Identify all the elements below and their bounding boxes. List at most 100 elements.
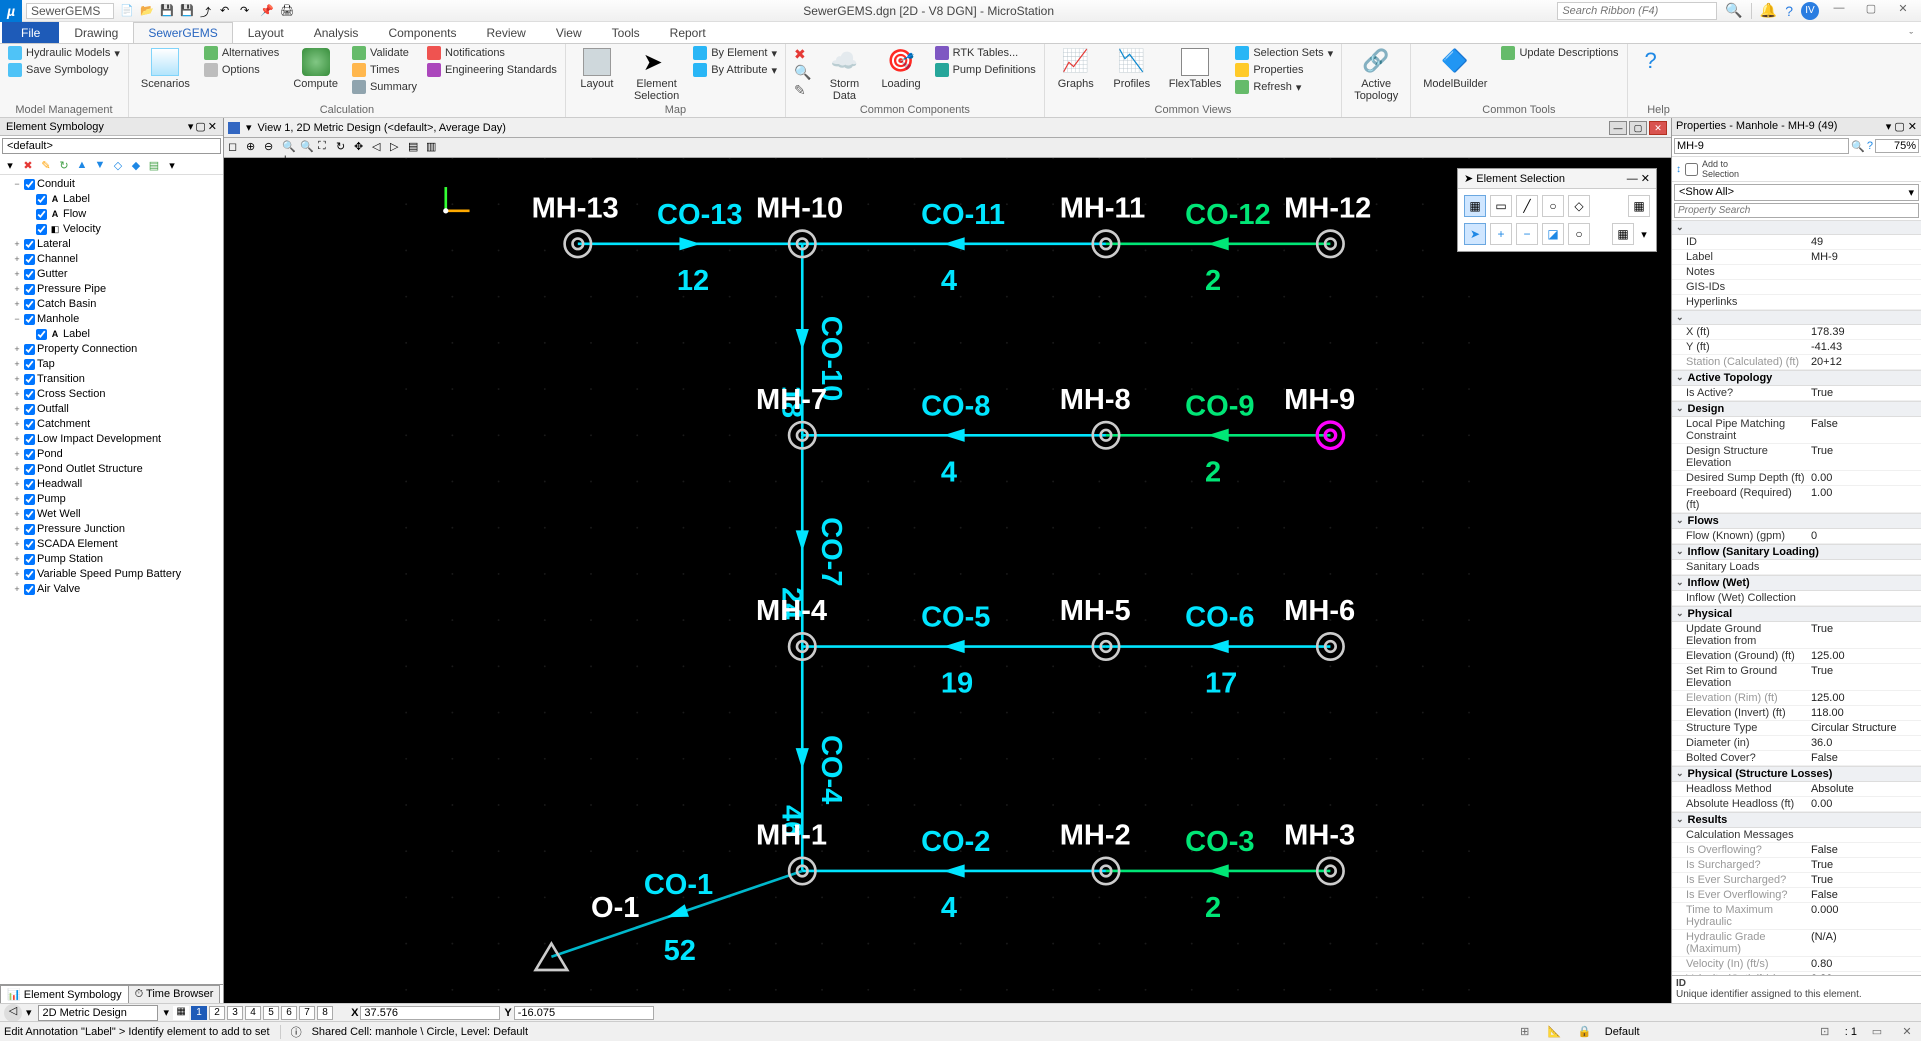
tree-node[interactable]: −Manhole — [0, 312, 223, 327]
refresh-button[interactable]: Refresh ▾ — [1235, 80, 1333, 94]
panel-menu-icon[interactable]: ▾ — [188, 120, 194, 133]
sb-tool2-icon[interactable]: 📐 — [1545, 1024, 1565, 1040]
view-num-8[interactable]: 8 — [317, 1006, 333, 1020]
tree-node[interactable]: +Channel — [0, 252, 223, 267]
pump-definitions-button[interactable]: Pump Definitions — [935, 63, 1036, 77]
saveas-icon[interactable]: 💾 — [180, 4, 194, 18]
property-row[interactable]: Structure TypeCircular Structure — [1672, 721, 1921, 736]
sb-lock-icon[interactable]: 🔒 — [1575, 1024, 1595, 1040]
tree-node[interactable]: AFlow — [0, 207, 223, 222]
vt-zoom-in-icon[interactable]: 🔍+ — [282, 140, 298, 156]
panel-pin-icon[interactable]: ▢ — [195, 120, 205, 133]
vt-icon-2[interactable]: ⊕ — [246, 140, 262, 156]
tree-node[interactable]: +Low Impact Development — [0, 432, 223, 447]
symb-filter-icon[interactable]: ▤ — [146, 157, 162, 173]
property-section[interactable]: ⌄Inflow (Sanitary Loading) — [1672, 544, 1921, 560]
zoom-level[interactable]: 75% — [1875, 139, 1919, 153]
close-button[interactable]: ✕ — [1891, 2, 1915, 20]
tree-node[interactable]: +Cross Section — [0, 387, 223, 402]
sel-new-icon[interactable]: ➤ — [1464, 223, 1486, 245]
vt-fit-icon[interactable]: ⛶ — [318, 140, 334, 156]
sb-tool1-icon[interactable]: ⊞ — [1515, 1024, 1535, 1040]
profiles-button[interactable]: 📉Profiles — [1109, 46, 1155, 92]
selected-element-input[interactable] — [1674, 138, 1849, 154]
vt-pan-icon[interactable]: ✥ — [354, 140, 370, 156]
undo-icon[interactable]: ↶ — [220, 4, 234, 18]
sb-end2-icon[interactable]: ✕ — [1897, 1024, 1917, 1040]
vt-icon-3[interactable]: ⊖ — [264, 140, 280, 156]
snap-icon[interactable]: ⓘ — [291, 1024, 302, 1040]
modelbuilder-button[interactable]: 🔷ModelBuilder — [1419, 46, 1491, 92]
save-icon[interactable]: 💾 — [160, 4, 174, 18]
property-row[interactable]: Calculation Messages — [1672, 828, 1921, 843]
property-row[interactable]: Elevation (Rim) (ft)125.00 — [1672, 691, 1921, 706]
property-row[interactable]: Is Active?True — [1672, 386, 1921, 401]
notification-icon[interactable]: 🔔 — [1760, 2, 1777, 19]
view-dropdown-icon[interactable]: ▾ — [246, 121, 252, 134]
property-filter-combo[interactable]: <Show All>▾ — [1674, 184, 1919, 201]
properties-button[interactable]: Properties — [1235, 63, 1333, 77]
scenarios-button[interactable]: Scenarios — [137, 46, 194, 92]
property-row[interactable]: Is Overflowing?False — [1672, 843, 1921, 858]
help-icon[interactable]: ? — [1785, 3, 1793, 19]
sel-option-icon[interactable]: ▦ — [1612, 223, 1634, 245]
design-combo[interactable]: 2D Metric Design — [38, 1005, 158, 1021]
redo-icon[interactable]: ↷ — [240, 4, 254, 18]
tree-node[interactable]: +Pressure Pipe — [0, 282, 223, 297]
symb-refresh-icon[interactable]: ↻ — [56, 157, 72, 173]
tree-node[interactable]: ALabel — [0, 327, 223, 342]
property-row[interactable]: Flow (Known) (gpm)0 — [1672, 529, 1921, 544]
view-minimize-button[interactable]: — — [1609, 121, 1627, 135]
sel-add-icon[interactable]: + — [1490, 223, 1512, 245]
tree-node[interactable]: +Pressure Junction — [0, 522, 223, 537]
tab-layout[interactable]: Layout — [233, 22, 299, 43]
export-icon[interactable]: ⤴ — [200, 4, 214, 18]
alternatives-button[interactable]: Alternatives — [204, 46, 279, 60]
property-section[interactable]: ⌄ — [1672, 220, 1921, 235]
tree-node[interactable]: +Wet Well — [0, 507, 223, 522]
tab-tools[interactable]: Tools — [597, 22, 655, 43]
tab-analysis[interactable]: Analysis — [299, 22, 374, 43]
vt-next-icon[interactable]: ▷ — [390, 140, 406, 156]
drawing-canvas[interactable]: CO-1312CO-114CO-122CO-1018CO-84CO-92CO-7… — [224, 158, 1671, 1003]
toolbox-min-icon[interactable]: — — [1627, 173, 1638, 185]
symb-up-icon[interactable]: ▲ — [74, 157, 90, 173]
selection-sets-button[interactable]: Selection Sets ▾ — [1235, 46, 1333, 60]
sel-sub-icon[interactable]: − — [1516, 223, 1538, 245]
property-row[interactable]: Design Structure ElevationTrue — [1672, 444, 1921, 471]
y-coord-input[interactable] — [514, 1006, 654, 1020]
prop-menu-icon[interactable]: ▾ — [1886, 121, 1892, 133]
graphs-button[interactable]: 📈Graphs — [1053, 46, 1099, 92]
tree-node[interactable]: ◧Velocity — [0, 222, 223, 237]
search-ribbon-input[interactable] — [1557, 2, 1717, 20]
tree-node[interactable]: +Pond Outlet Structure — [0, 462, 223, 477]
tree-node[interactable]: +Outfall — [0, 402, 223, 417]
sel-inv-icon[interactable]: ◪ — [1542, 223, 1564, 245]
element-selection-button[interactable]: ➤Element Selection — [630, 46, 683, 104]
help-button[interactable]: ? — [1636, 46, 1682, 80]
property-row[interactable]: Freeboard (Required) (ft)1.00 — [1672, 486, 1921, 513]
symb-dropdown-icon[interactable]: ▾ — [2, 157, 18, 173]
active-topology-button[interactable]: 🔗Active Topology — [1350, 46, 1402, 104]
vt-zoom-out-icon[interactable]: 🔍− — [300, 140, 316, 156]
property-section[interactable]: ⌄Physical — [1672, 606, 1921, 622]
property-row[interactable]: Velocity (In) (ft/s)0.80 — [1672, 957, 1921, 972]
compute-button[interactable]: Compute — [289, 46, 342, 92]
pin-icon[interactable]: 📌 — [260, 4, 274, 18]
property-row[interactable]: Update Ground Elevation fromTrue — [1672, 622, 1921, 649]
tree-node[interactable]: +Headwall — [0, 477, 223, 492]
by-element-button[interactable]: By Element ▾ — [693, 46, 777, 60]
symb-delete-icon[interactable]: ✖ — [20, 157, 36, 173]
property-section[interactable]: ⌄Results — [1672, 812, 1921, 828]
sel-line-icon[interactable]: ╱ — [1516, 195, 1538, 217]
tree-node[interactable]: +SCADA Element — [0, 537, 223, 552]
property-section[interactable]: ⌄ — [1672, 310, 1921, 325]
prop-pin-icon[interactable]: ▢ — [1894, 121, 1904, 133]
symbology-tree[interactable]: −ConduitALabelAFlow◧Velocity+Lateral+Cha… — [0, 175, 223, 984]
tab-report[interactable]: Report — [655, 22, 721, 43]
view-num-3[interactable]: 3 — [227, 1006, 243, 1020]
tab-sewergems[interactable]: SewerGEMS — [133, 22, 232, 43]
nav-back-icon[interactable]: ◁ — [4, 1004, 22, 1022]
tree-node[interactable]: +Pond — [0, 447, 223, 462]
property-row[interactable]: Is Ever Overflowing?False — [1672, 888, 1921, 903]
